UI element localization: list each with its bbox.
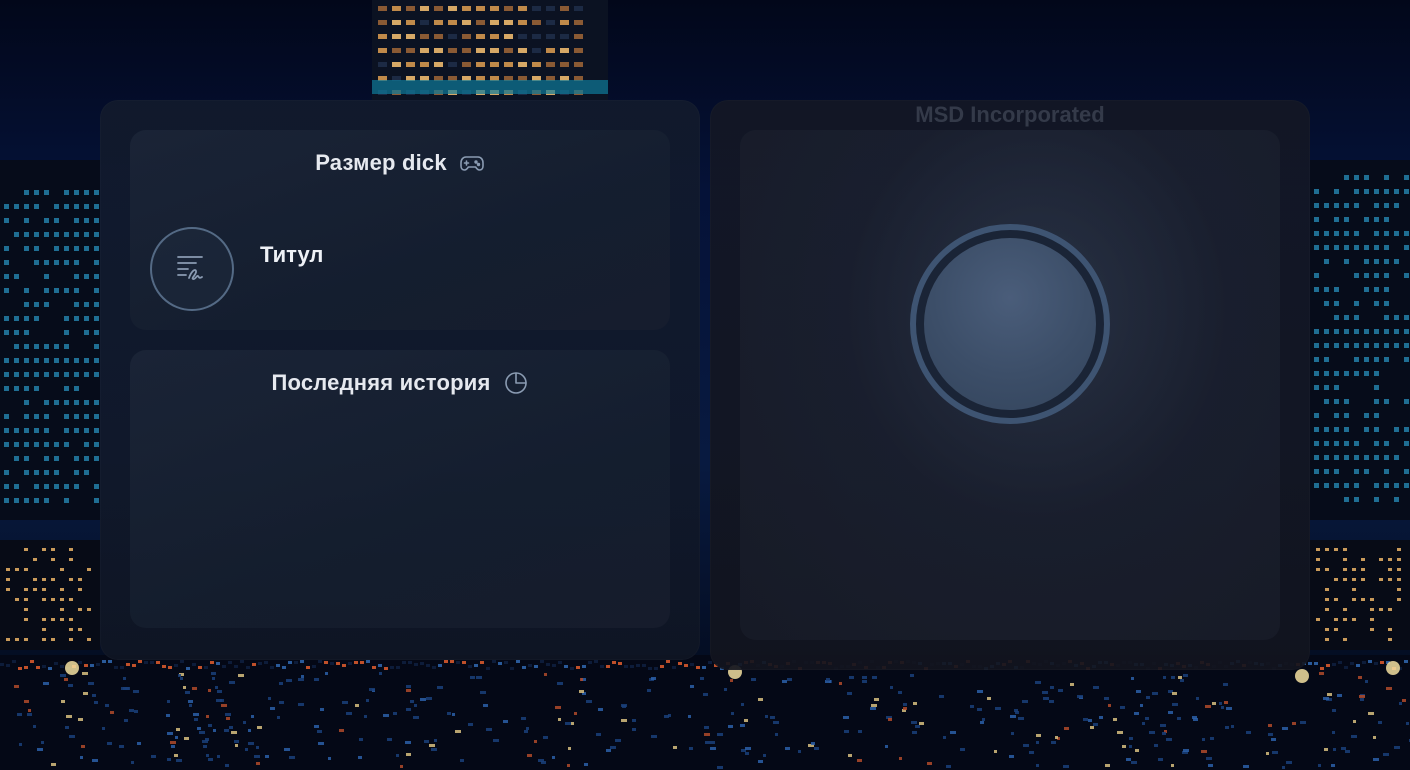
clock-pie-icon xyxy=(503,370,529,396)
history-card: Последняя история xyxy=(130,350,670,628)
avatar-card xyxy=(740,130,1280,640)
stats-panel: Размер dick Титул Последняя история xyxy=(100,100,700,660)
profile-panel: MSD Incorporated xyxy=(710,100,1310,670)
history-card-title: Последняя история xyxy=(271,370,491,395)
watermark-text: MSD Incorporated xyxy=(915,102,1105,127)
size-card-title: Размер dick xyxy=(315,150,447,175)
title-badge[interactable] xyxy=(150,227,234,311)
size-card-header: Размер dick xyxy=(130,150,670,176)
history-card-header: Последняя история xyxy=(130,370,670,396)
gamepad-icon xyxy=(459,150,485,176)
avatar[interactable] xyxy=(910,224,1110,424)
title-label: Титул xyxy=(260,242,324,267)
signature-list-icon xyxy=(172,247,212,292)
avatar-placeholder xyxy=(924,238,1096,410)
size-card: Размер dick Титул xyxy=(130,130,670,330)
